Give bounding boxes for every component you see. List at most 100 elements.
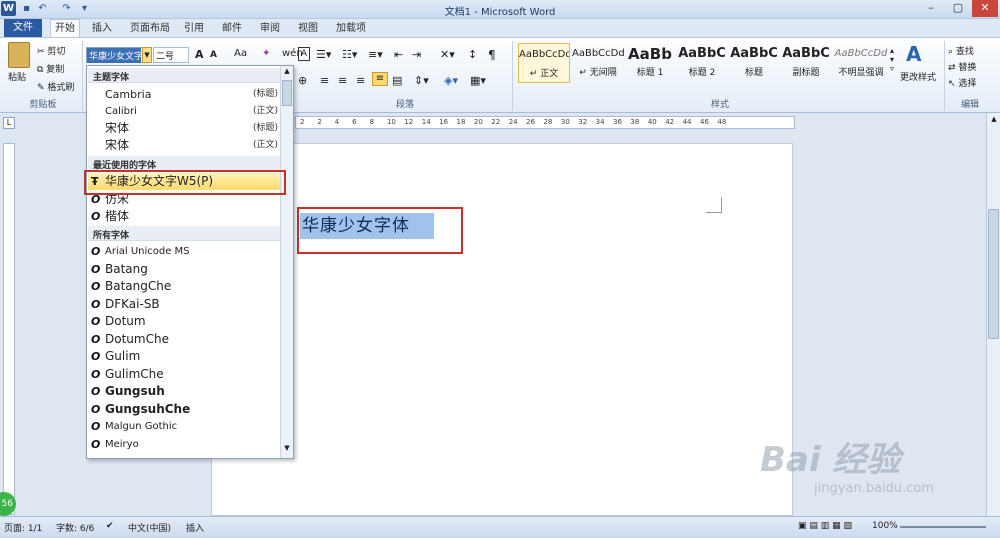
style-heading-2[interactable]: AaBbC 标题 2 (676, 43, 728, 83)
style-subtitle[interactable]: AaBbC 副标题 (780, 43, 832, 83)
font-option[interactable]: O 楷体 (88, 208, 284, 225)
opentype-icon: O (91, 210, 101, 223)
font-option[interactable]: O Meiryo (88, 436, 284, 453)
vertical-ruler[interactable] (3, 143, 15, 515)
zoom-level[interactable]: 100% (872, 521, 898, 531)
ruler-tick-label: 26 (526, 118, 535, 126)
paste-icon[interactable] (8, 42, 30, 68)
dropdown-scrollbar[interactable]: ▲ ▼ (280, 66, 293, 458)
style-normal[interactable]: AaBbCcDd ↵ 正文 (518, 43, 570, 83)
scroll-thumb[interactable] (988, 209, 999, 339)
copy-button[interactable]: ⧉ 复制 (37, 62, 64, 75)
font-option[interactable]: 宋体 (标题) (88, 120, 284, 137)
opentype-icon: O (91, 332, 101, 346)
justify-icon[interactable]: ≡ (372, 72, 388, 86)
font-option[interactable]: Calibri (正文) (88, 103, 284, 120)
font-option[interactable]: O GungsuhChe (88, 401, 284, 418)
scroll-up-icon[interactable]: ▲ (282, 67, 292, 77)
format-painter-label: 格式刷 (47, 83, 75, 93)
insert-mode[interactable]: 插入 (186, 521, 204, 534)
tab-view[interactable]: 视图 (294, 21, 322, 37)
font-option[interactable]: O Arial Unicode MS (88, 243, 284, 260)
find-button[interactable]: ⌕ 查找 (948, 44, 974, 57)
tab-file[interactable]: 文件 (4, 19, 42, 37)
replace-label: 替换 (958, 63, 977, 73)
style-subtle-emphasis[interactable]: AaBbCcDd 不明显强调 (834, 43, 888, 83)
recent-fonts-header: 最近使用的字体 (88, 156, 284, 171)
cut-button[interactable]: ✂ 剪切 (37, 44, 65, 57)
distributed-icon[interactable]: ▤ (392, 74, 402, 87)
style-title[interactable]: AaBbC 标题 (728, 43, 780, 83)
maximize-button[interactable]: ▢ (945, 0, 971, 17)
proofing-icon[interactable]: ✔ (106, 521, 114, 531)
show-marks-icon[interactable]: ¶ (488, 48, 496, 62)
select-label: 选择 (958, 79, 977, 89)
font-option[interactable]: O DFKai-SB (88, 296, 284, 313)
format-painter-button[interactable]: ✎ 格式刷 (37, 80, 74, 93)
word-count[interactable]: 字数: 6/6 (56, 521, 94, 534)
font-dropdown-arrow-icon[interactable]: ▼ (142, 47, 152, 63)
font-option[interactable]: O Gungsuh (88, 383, 284, 400)
bullets-icon[interactable]: ☰▾ (316, 48, 331, 61)
line-spacing-icon[interactable]: ⇕▾ (414, 74, 429, 87)
change-styles-icon[interactable]: A (906, 42, 921, 66)
tab-insert[interactable]: 插入 (88, 21, 116, 37)
tab-page-layout[interactable]: 页面布局 (126, 21, 174, 37)
font-option[interactable]: O GulimChe (88, 366, 284, 383)
tab-review[interactable]: 审阅 (256, 21, 284, 37)
enclose-char-icon[interactable]: ⊕ (298, 74, 307, 87)
numbering-icon[interactable]: ☷▾ (342, 48, 357, 61)
scroll-up-icon[interactable]: ▲ (989, 115, 999, 125)
margin-corner-mark (706, 197, 722, 213)
borders-icon[interactable]: ▦▾ (470, 74, 486, 87)
font-size-combobox[interactable]: 二号 (153, 47, 189, 63)
clear-format-button[interactable]: ✦ (262, 48, 270, 59)
align-right-icon[interactable]: ≡ (356, 74, 365, 87)
font-option[interactable]: 宋体 (正文) (88, 137, 284, 154)
increase-indent-icon[interactable]: ⇥ (412, 48, 421, 61)
font-option[interactable]: O BatangChe (88, 278, 284, 295)
decrease-indent-icon[interactable]: ⇤ (394, 48, 403, 61)
shading-icon[interactable]: ◈▾ (444, 74, 458, 87)
view-buttons-icon[interactable]: ▣ ▤ ▥ ▦ ▧ (798, 521, 852, 531)
replace-button[interactable]: ⇄ 替换 (948, 60, 976, 73)
change-styles-button[interactable]: 更改样式 (900, 70, 936, 83)
font-option[interactable]: O Batang (88, 261, 284, 278)
language-indicator[interactable]: 中文(中国) (128, 521, 171, 534)
zoom-slider[interactable] (900, 526, 986, 528)
scroll-down-icon[interactable]: ▼ (282, 444, 292, 454)
styles-scroll-icon[interactable]: ▴ ▾ ▿ (890, 46, 894, 73)
scroll-thumb[interactable] (282, 80, 292, 106)
style-heading-1[interactable]: AaBb 标题 1 (624, 43, 676, 83)
tab-home[interactable]: 开始 (50, 19, 80, 38)
font-dropdown-list[interactable]: 主题字体 Cambria (标题) Calibri (正文) 宋体 (标题) 宋体 (正… (86, 65, 294, 459)
ruler-tick-label: 2 (317, 118, 322, 126)
asian-layout-icon[interactable]: ✕▾ (440, 48, 455, 61)
horizontal-ruler[interactable]: 2 2 4 6 8 10 12 14 16 18 20 22 24 26 28 30 32 34 36 38 40 42 4… (295, 116, 795, 129)
font-option[interactable]: O Malgun Gothic (88, 418, 284, 435)
char-border-button[interactable]: A (298, 47, 310, 61)
page-count[interactable]: 页面: 1/1 (4, 521, 42, 534)
window-title: 文档1 - Microsoft Word (444, 7, 556, 18)
change-case-button[interactable]: Aa (234, 48, 247, 59)
select-button[interactable]: ↖ 选择 (948, 76, 976, 89)
tab-addins[interactable]: 加载项 (332, 21, 370, 37)
tab-mailings[interactable]: 邮件 (218, 21, 246, 37)
close-button[interactable]: ✕ (972, 0, 998, 17)
minimize-button[interactable]: – (918, 0, 944, 17)
align-center-icon[interactable]: ≡ (338, 74, 347, 87)
paste-button[interactable]: 粘贴 (8, 70, 26, 83)
sort-icon[interactable]: ↕ (468, 48, 477, 61)
font-option[interactable]: O Dotum (88, 313, 284, 330)
font-option[interactable]: O Gulim (88, 348, 284, 365)
style-no-spacing[interactable]: AaBbCcDd ↵ 无间隔 (572, 43, 624, 83)
align-left-icon[interactable]: ≡ (320, 74, 329, 87)
font-option[interactable]: Cambria (标题) (88, 86, 284, 103)
multilevel-list-icon[interactable]: ≡▾ (368, 48, 383, 61)
tab-references[interactable]: 引用 (180, 21, 208, 37)
style-preview: AaBb (628, 45, 672, 63)
shrink-font-button[interactable]: A (210, 50, 217, 60)
font-option[interactable]: O DotumChe (88, 331, 284, 348)
tab-selector-icon[interactable]: L (3, 117, 15, 129)
grow-font-button[interactable]: A (195, 48, 204, 61)
